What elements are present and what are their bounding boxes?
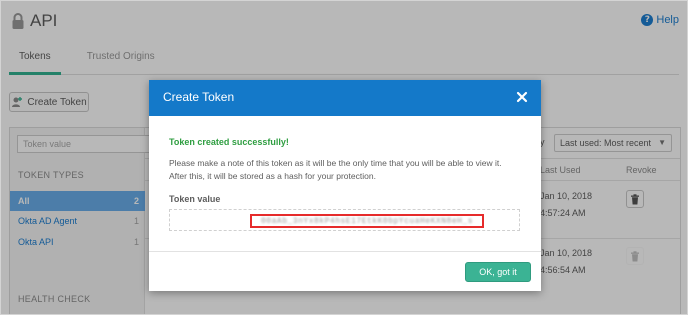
token-value-field[interactable]: 00aAb_3nYx8kP4hsE17EtkK0bpYcuaHeKXN8eH_s [169, 209, 520, 231]
success-message: Token created successfully! [169, 137, 289, 147]
dialog-footer: OK, got it [149, 251, 541, 291]
dialog-header: Create Token [149, 80, 541, 116]
ok-got-it-button[interactable]: OK, got it [465, 262, 531, 282]
token-note-line: After this, it will be stored as a hash … [169, 171, 376, 181]
close-icon[interactable] [515, 90, 529, 104]
dialog-title: Create Token [163, 90, 235, 104]
create-token-dialog: Create Token Token created successfully!… [149, 80, 541, 291]
dialog-body: Token created successfully! Please make … [149, 116, 541, 251]
token-value-text: 00aAb_3nYx8kP4hsE17EtkK0bpYcuaHeKXN8eH_s [260, 216, 474, 226]
token-note: Please make a note of this token as it w… [169, 157, 519, 183]
api-page: API ? Help Tokens Trusted Origins Create… [0, 0, 688, 315]
token-note-line: Please make a note of this token as it w… [169, 158, 502, 168]
token-value-highlight: 00aAb_3nYx8kP4hsE17EtkK0bpYcuaHeKXN8eH_s [250, 214, 484, 228]
token-value-label: Token value [169, 194, 221, 204]
